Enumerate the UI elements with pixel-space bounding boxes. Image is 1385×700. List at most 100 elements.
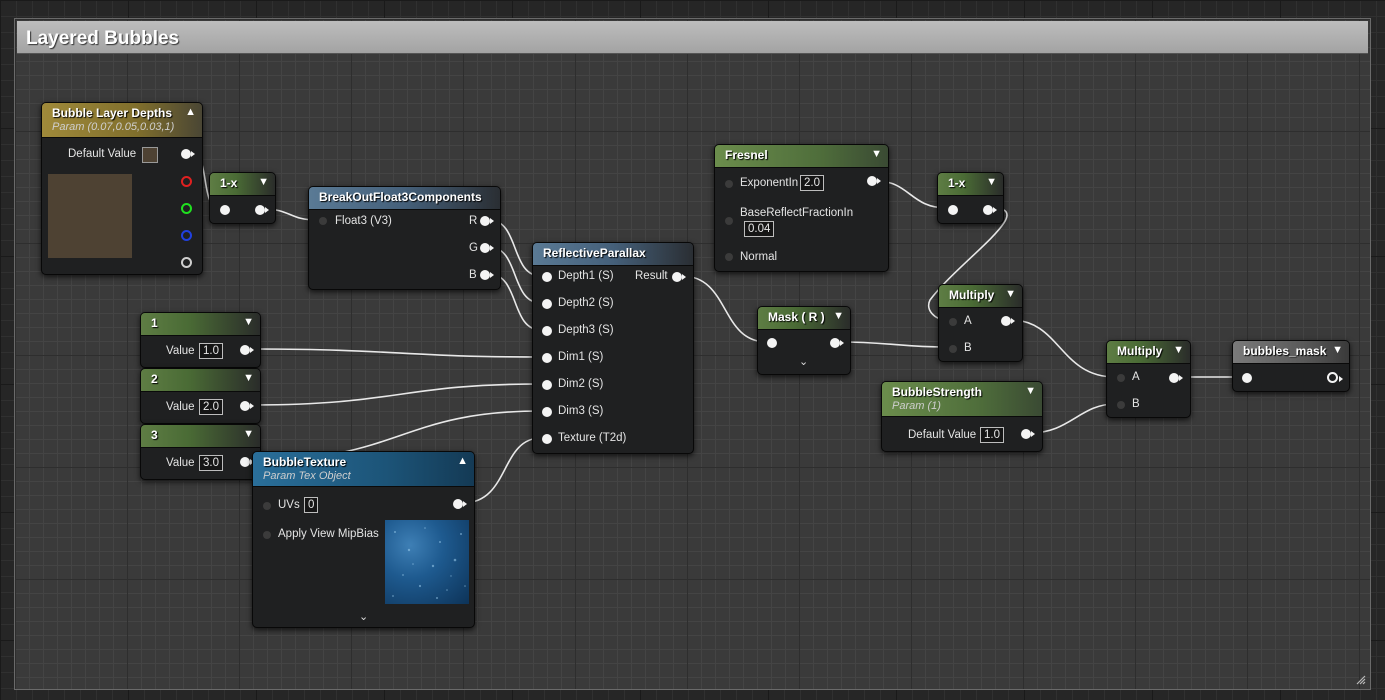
value-field[interactable]: 3.0 [199, 455, 223, 471]
node-header[interactable]: 2 ▼ [141, 369, 260, 392]
input-pin-b[interactable] [949, 345, 957, 353]
input-pin-exponent[interactable] [725, 180, 733, 188]
node-header[interactable]: BreakOutFloat3Components [309, 187, 500, 210]
node-constant-3[interactable]: 3 ▼ Value 3.0 [140, 424, 261, 480]
chevron-down-icon[interactable]: ▼ [1332, 344, 1343, 356]
input-pin-dim1[interactable] [542, 353, 552, 363]
input-pin-dim3[interactable] [542, 407, 552, 417]
output-pin[interactable] [453, 499, 467, 509]
color-swatch[interactable] [142, 147, 158, 163]
chevron-down-icon[interactable]: ▼ [243, 372, 254, 384]
input-pin[interactable] [1242, 373, 1252, 383]
resize-handle-icon[interactable] [1354, 673, 1366, 685]
input-pin[interactable] [948, 205, 958, 215]
value-field[interactable]: 1.0 [199, 343, 223, 359]
comment-header[interactable]: Layered Bubbles [17, 21, 1368, 54]
output-pin[interactable] [867, 176, 881, 186]
output-pin[interactable] [1327, 372, 1343, 383]
chevron-down-icon[interactable]: ▼ [986, 176, 997, 188]
node-header[interactable]: Multiply ▼ [939, 285, 1022, 308]
node-bubble-texture[interactable]: BubbleTexture Param Tex Object ▲ UVs 0 A… [252, 451, 475, 628]
node-reflective-parallax[interactable]: ReflectiveParallax Depth1 (S) Depth2 (S)… [532, 242, 694, 454]
input-pin-b[interactable] [1117, 401, 1125, 409]
output-pin-g[interactable] [480, 243, 494, 253]
exponent-field[interactable]: 2.0 [800, 175, 824, 191]
node-subtitle: Param (0.07,0.05,0.03,1) [52, 121, 175, 133]
output-pin-a[interactable] [181, 257, 192, 268]
node-header[interactable]: bubbles_mask ▼ [1233, 341, 1349, 364]
chevron-down-icon[interactable]: ▼ [1025, 385, 1036, 397]
chevron-up-icon[interactable]: ▲ [457, 455, 468, 467]
output-pin-b[interactable] [480, 270, 494, 280]
output-pin-r[interactable] [181, 176, 192, 187]
chevron-down-icon[interactable]: ▼ [243, 316, 254, 328]
chevron-down-icon[interactable]: ▼ [871, 148, 882, 160]
chevron-down-icon[interactable]: ▼ [833, 310, 844, 322]
node-header[interactable]: BubbleTexture Param Tex Object ▲ [253, 452, 474, 487]
output-pin[interactable] [240, 401, 254, 411]
output-pin[interactable] [1169, 373, 1183, 383]
node-mask-r[interactable]: Mask ( R ) ▼ ⌄ [757, 306, 851, 375]
output-pin[interactable] [830, 338, 844, 348]
input-pin-depth2[interactable] [542, 299, 552, 309]
node-header[interactable]: Fresnel ▼ [715, 145, 888, 168]
node-header[interactable]: BubbleStrength Param (1) ▼ [882, 382, 1042, 417]
texture-preview [385, 520, 469, 604]
output-pin-result[interactable] [672, 272, 686, 282]
uvs-field[interactable]: 0 [304, 497, 319, 513]
node-bubbles-mask[interactable]: bubbles_mask ▼ [1232, 340, 1350, 392]
node-fresnel[interactable]: Fresnel ▼ ExponentIn 2.0 BaseReflectFrac… [714, 144, 889, 272]
output-pin-r[interactable] [480, 216, 494, 226]
input-pin-depth3[interactable] [542, 326, 552, 336]
node-bubble-strength[interactable]: BubbleStrength Param (1) ▼ Default Value… [881, 381, 1043, 452]
node-constant-2[interactable]: 2 ▼ Value 2.0 [140, 368, 261, 424]
output-pin[interactable] [240, 457, 254, 467]
node-header[interactable]: 3 ▼ [141, 425, 260, 448]
node-header[interactable]: Multiply ▼ [1107, 341, 1190, 364]
node-header[interactable]: Bubble Layer Depths Param (0.07,0.05,0.0… [42, 103, 202, 138]
output-pin-b[interactable] [181, 230, 192, 241]
default-value-field[interactable]: 1.0 [980, 427, 1004, 443]
node-header[interactable]: 1-x ▼ [938, 173, 1003, 196]
input-pin-texture[interactable] [542, 434, 552, 444]
node-title: 1 [151, 316, 158, 330]
node-one-minus[interactable]: 1-x ▼ [209, 172, 276, 224]
output-pin[interactable] [983, 205, 997, 215]
input-pin[interactable] [767, 338, 777, 348]
node-header[interactable]: 1 ▼ [141, 313, 260, 336]
input-pin[interactable] [220, 205, 230, 215]
input-pin-depth1[interactable] [542, 272, 552, 282]
node-constant-1[interactable]: 1 ▼ Value 1.0 [140, 312, 261, 368]
input-pin-basereflect[interactable] [725, 217, 733, 225]
node-multiply[interactable]: Multiply ▼ A B [938, 284, 1023, 362]
chevron-down-icon[interactable]: ▼ [1005, 288, 1016, 300]
basereflect-field[interactable]: 0.04 [744, 221, 775, 237]
value-field[interactable]: 2.0 [199, 399, 223, 415]
output-pin[interactable] [240, 345, 254, 355]
input-pin-a[interactable] [949, 318, 957, 326]
output-pin-g[interactable] [181, 203, 192, 214]
node-multiply[interactable]: Multiply ▼ A B [1106, 340, 1191, 418]
output-pin-rgba[interactable] [181, 149, 195, 159]
node-breakout-float3[interactable]: BreakOutFloat3Components Float3 (V3) R G… [308, 186, 501, 290]
node-header[interactable]: Mask ( R ) ▼ [758, 307, 850, 330]
chevron-down-icon[interactable]: ▼ [243, 428, 254, 440]
input-pin-a[interactable] [1117, 374, 1125, 382]
output-pin[interactable] [1001, 316, 1015, 326]
input-pin-uvs[interactable] [263, 502, 271, 510]
input-pin-mipbias[interactable] [263, 531, 271, 539]
chevron-up-icon[interactable]: ▲ [185, 106, 196, 118]
node-header[interactable]: 1-x ▼ [210, 173, 275, 196]
node-one-minus[interactable]: 1-x ▼ [937, 172, 1004, 224]
chevron-down-icon[interactable]: ▼ [1173, 344, 1184, 356]
output-pin[interactable] [255, 205, 269, 215]
output-pin[interactable] [1021, 429, 1035, 439]
node-header[interactable]: ReflectiveParallax [533, 243, 693, 266]
input-pin-normal[interactable] [725, 253, 733, 261]
input-pin-float3[interactable] [319, 217, 327, 225]
node-bubble-layer-depths[interactable]: Bubble Layer Depths Param (0.07,0.05,0.0… [41, 102, 203, 275]
chevron-down-icon[interactable]: ⌄ [799, 355, 808, 368]
input-pin-dim2[interactable] [542, 380, 552, 390]
chevron-down-icon[interactable]: ⌄ [359, 610, 368, 623]
chevron-down-icon[interactable]: ▼ [258, 176, 269, 188]
